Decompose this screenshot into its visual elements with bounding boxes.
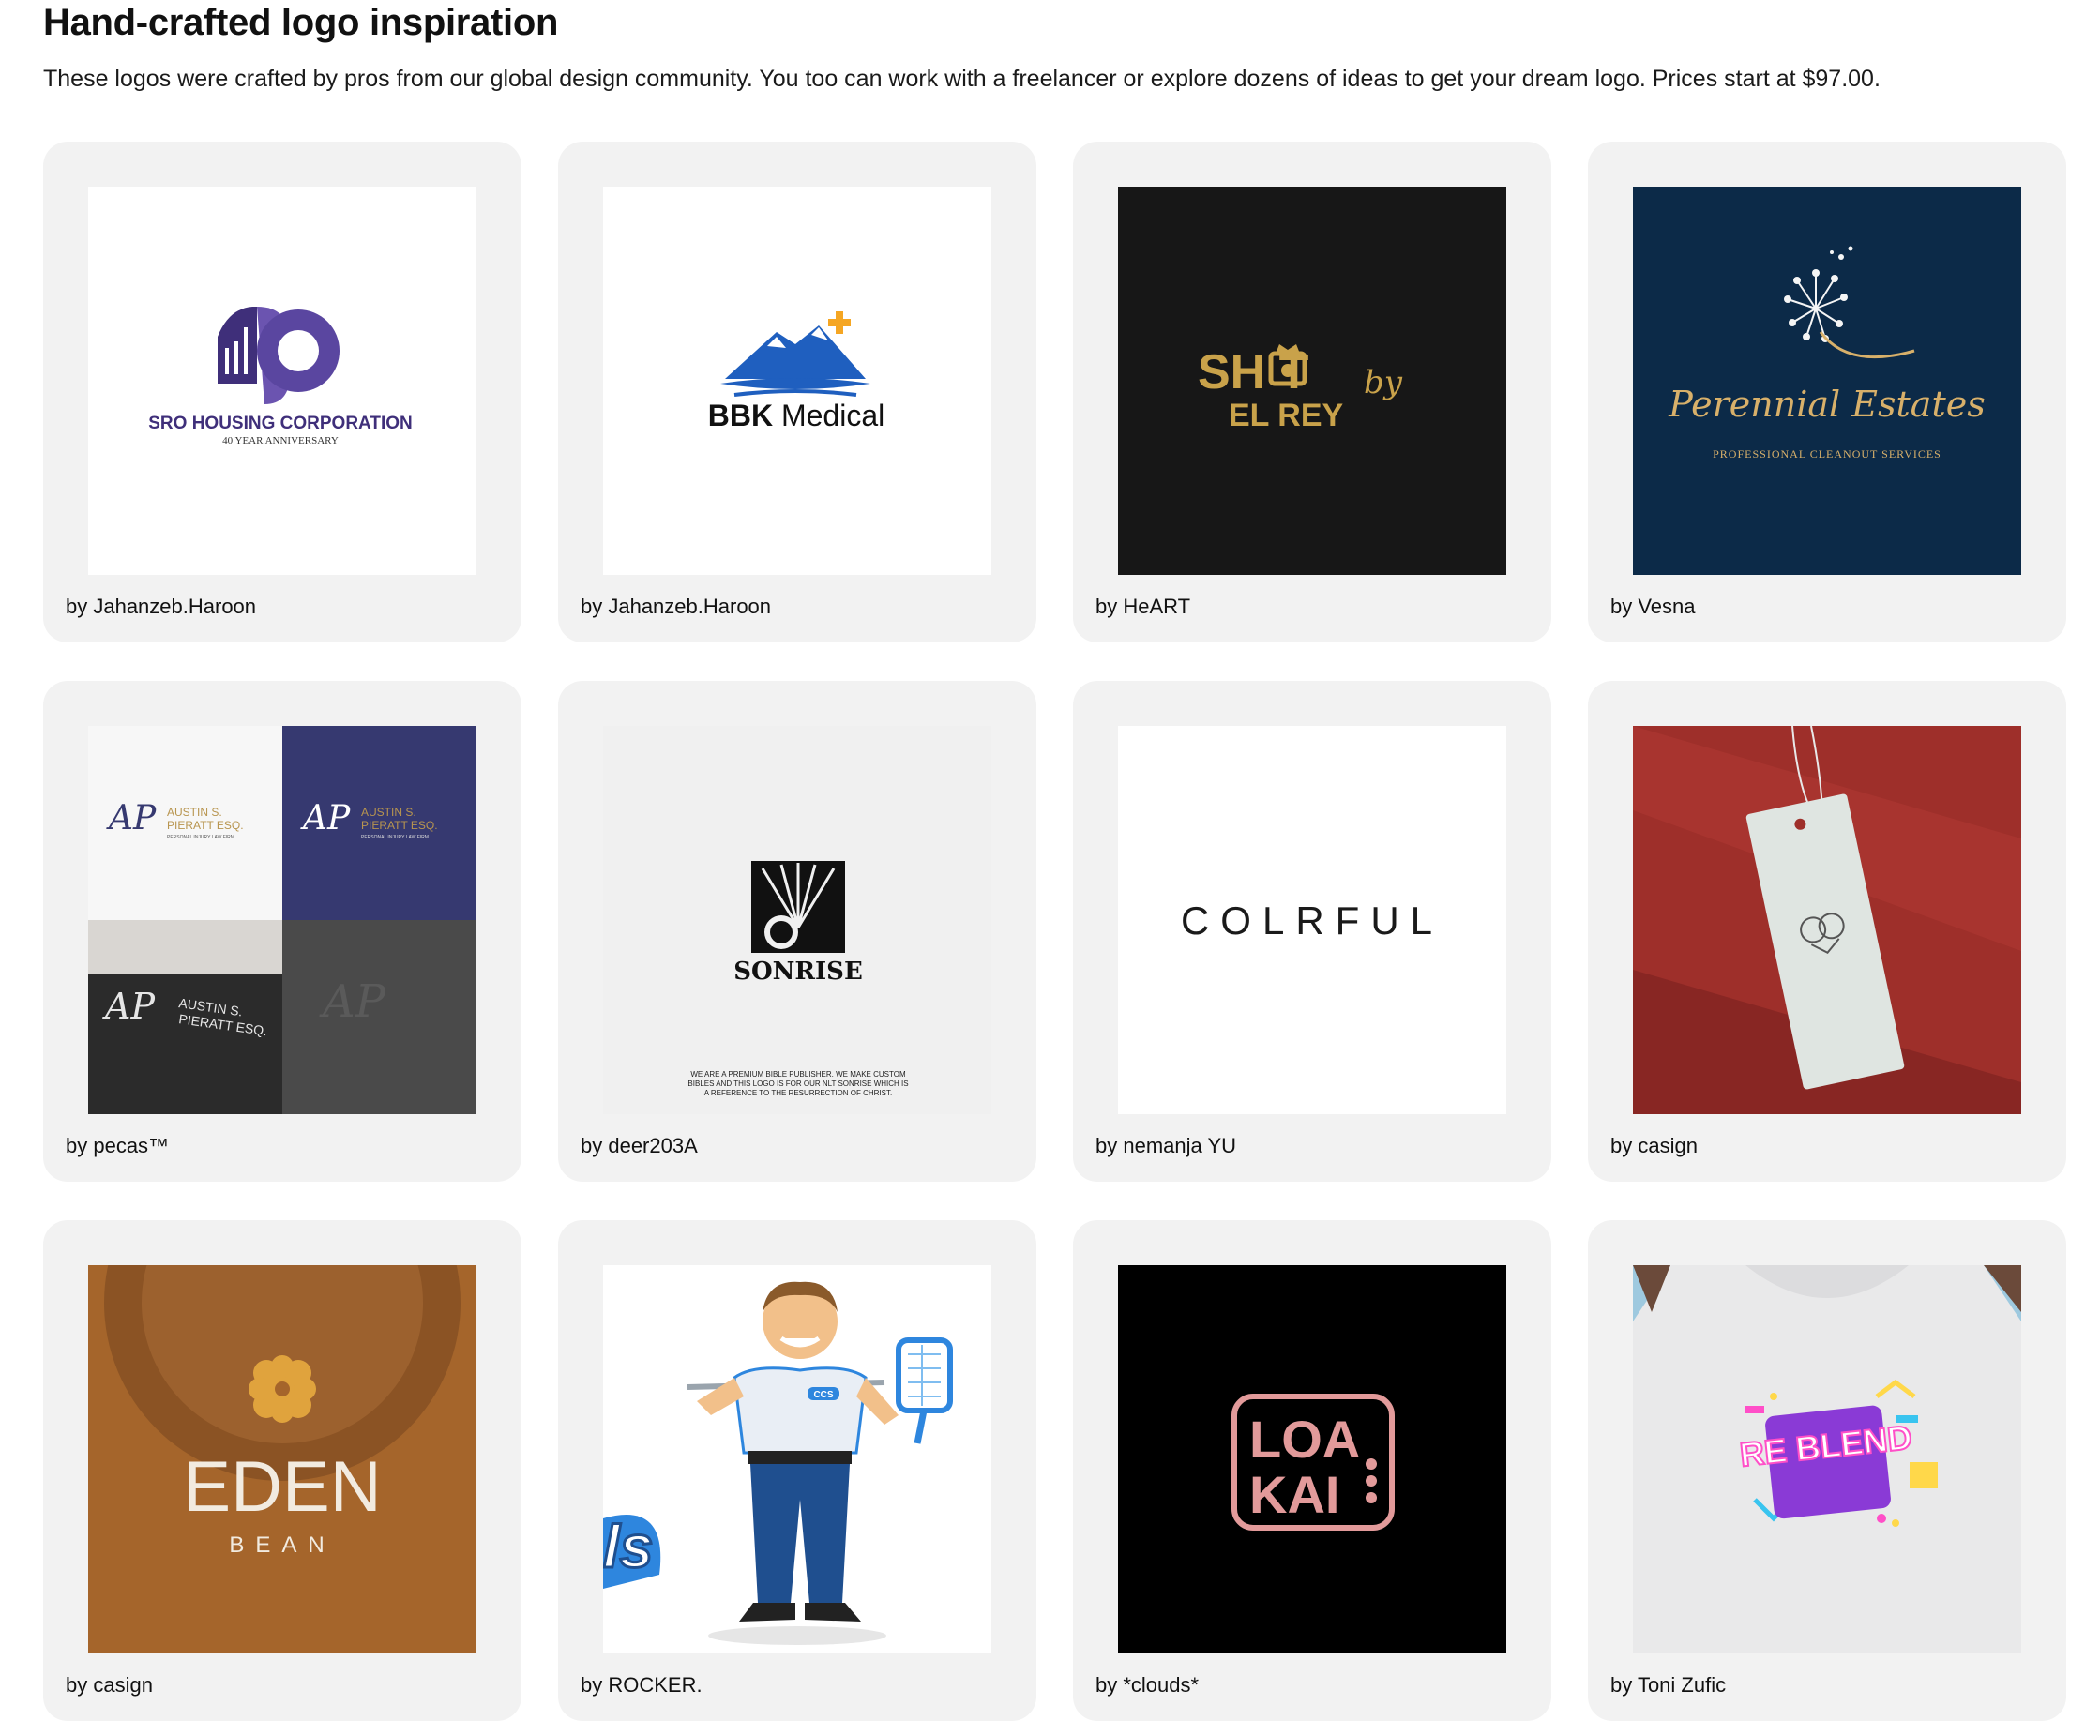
logo-text: AUSTIN S. bbox=[167, 806, 222, 819]
logo-monogram: AP bbox=[106, 799, 157, 838]
logo-card[interactable]: Perennial Estates PROFESSIONAL CLEANOUT … bbox=[1588, 142, 2066, 642]
logo-thumbnail[interactable] bbox=[1633, 726, 2021, 1114]
logo-text: PIERATT ESQ. bbox=[167, 819, 244, 832]
logo-note: WE ARE A PREMIUM BIBLE PUBLISHER. WE MAK… bbox=[690, 1070, 906, 1079]
logo-monogram: AP bbox=[300, 799, 351, 838]
author-link[interactable]: by Jahanzeb.Haroon bbox=[581, 595, 771, 618]
author-link[interactable]: by casign bbox=[66, 1673, 153, 1697]
logo-card[interactable]: LOA KAI by *clouds* bbox=[1073, 1220, 1551, 1721]
mascot-illustration: ls CCS bbox=[603, 1265, 991, 1653]
logo-grid: SRO HOUSING CORPORATION 40 YEAR ANNIVERS… bbox=[43, 142, 2066, 1721]
logo-note: BIBLES AND THIS LOGO IS FOR OUR NLT SONR… bbox=[687, 1079, 908, 1088]
author-byline[interactable]: by deer203A bbox=[581, 1132, 698, 1160]
re-blend-hoodie-mockup: RE BLEND bbox=[1633, 1265, 2021, 1653]
logo-thumbnail[interactable]: LOA KAI bbox=[1118, 1265, 1506, 1653]
logo-card[interactable]: COLRFUL by nemanja YU bbox=[1073, 681, 1551, 1182]
author-byline[interactable]: by Jahanzeb.Haroon bbox=[66, 593, 256, 621]
logo-tagline: PROFESSIONAL CLEANOUT SERVICES bbox=[1713, 447, 1941, 460]
logo-card[interactable]: SH T by EL REY by HeART bbox=[1073, 142, 1551, 642]
logo-text-bold: BBK bbox=[708, 399, 773, 432]
logo-thumbnail[interactable]: SRO HOUSING CORPORATION 40 YEAR ANNIVERS… bbox=[88, 187, 476, 575]
author-byline[interactable]: by *clouds* bbox=[1095, 1671, 1199, 1699]
logo-thumbnail[interactable]: BBK Medical bbox=[603, 187, 991, 575]
logo-text-light: Medical bbox=[773, 399, 884, 432]
author-link[interactable]: by pecas™ bbox=[66, 1134, 169, 1157]
logo-thumbnail[interactable]: SH T by EL REY bbox=[1118, 187, 1506, 575]
logo-card[interactable]: by casign bbox=[1588, 681, 2066, 1182]
author-byline[interactable]: by pecas™ bbox=[66, 1132, 169, 1160]
logo-card[interactable]: SRO HOUSING CORPORATION 40 YEAR ANNIVERS… bbox=[43, 142, 521, 642]
author-link[interactable]: by Vesna bbox=[1610, 595, 1696, 618]
logo-text: 40 YEAR ANNIVERSARY bbox=[222, 435, 339, 446]
logo-text: SRO HOUSING CORPORATION bbox=[148, 414, 413, 433]
sro-housing-logo: SRO HOUSING CORPORATION 40 YEAR ANNIVERS… bbox=[88, 187, 476, 575]
logo-text: AUSTIN S. bbox=[361, 806, 416, 819]
author-link[interactable]: by deer203A bbox=[581, 1134, 698, 1157]
logo-text: EDEN bbox=[183, 1447, 381, 1527]
author-link[interactable]: by nemanja YU bbox=[1095, 1134, 1236, 1157]
colrful-logo: COLRFUL bbox=[1118, 726, 1506, 1114]
author-byline[interactable]: by nemanja YU bbox=[1095, 1132, 1236, 1160]
austin-pieratt-logo: AP AUSTIN S. PIERATT ESQ. PERSONAL INJUR… bbox=[88, 726, 476, 1114]
author-byline[interactable]: by casign bbox=[1610, 1132, 1698, 1160]
author-byline[interactable]: by Toni Zufic bbox=[1610, 1671, 1726, 1699]
logo-thumbnail[interactable]: SONRISE WE ARE A PREMIUM BIBLE PUBLISHER… bbox=[603, 726, 991, 1114]
logo-text: PIERATT ESQ. bbox=[361, 819, 438, 832]
hang-tag-mockup bbox=[1633, 726, 2021, 1114]
author-link[interactable]: by Jahanzeb.Haroon bbox=[66, 595, 256, 618]
author-byline[interactable]: by ROCKER. bbox=[581, 1671, 703, 1699]
logo-note: A REFERENCE TO THE RESURRECTION OF CHRIS… bbox=[704, 1089, 892, 1097]
logo-thumbnail[interactable]: EDEN BEAN bbox=[88, 1265, 476, 1653]
logo-text: EL REY bbox=[1229, 398, 1344, 433]
logo-text: SONRISE bbox=[733, 958, 863, 986]
logo-monogram: AP bbox=[102, 986, 156, 1027]
logo-thumbnail[interactable]: RE BLEND bbox=[1633, 1265, 2021, 1653]
sonrise-logo: SONRISE WE ARE A PREMIUM BIBLE PUBLISHER… bbox=[603, 726, 991, 1114]
author-byline[interactable]: by Jahanzeb.Haroon bbox=[581, 593, 771, 621]
logo-card[interactable]: EDEN BEAN by casign bbox=[43, 1220, 521, 1721]
logo-monogram: AP bbox=[319, 975, 386, 1028]
logo-card[interactable]: RE BLEND by Toni Zufic bbox=[1588, 1220, 2066, 1721]
page-subtitle: These logos were crafted by pros from ou… bbox=[43, 66, 1881, 92]
author-byline[interactable]: by Vesna bbox=[1610, 593, 1696, 621]
loa-kai-logo: LOA KAI bbox=[1118, 1265, 1506, 1653]
shirt-badge: CCS bbox=[813, 1390, 833, 1400]
svg-text:BBK Medical: BBK Medical bbox=[708, 399, 884, 432]
logo-thumbnail[interactable]: Perennial Estates PROFESSIONAL CLEANOUT … bbox=[1633, 187, 2021, 575]
eden-bean-logo: EDEN BEAN bbox=[88, 1265, 476, 1653]
logo-tagline: BEAN bbox=[229, 1532, 335, 1558]
logo-text: Perennial Estates bbox=[1668, 384, 1985, 425]
logo-text: LOA bbox=[1249, 1410, 1360, 1469]
logo-card[interactable]: SONRISE WE ARE A PREMIUM BIBLE PUBLISHER… bbox=[558, 681, 1036, 1182]
logo-card[interactable]: ls CCS by ROCKER. bbox=[558, 1220, 1036, 1721]
logo-card[interactable]: AP AUSTIN S. PIERATT ESQ. PERSONAL INJUR… bbox=[43, 681, 521, 1182]
bbk-medical-logo: BBK Medical bbox=[603, 187, 991, 575]
logo-text: COLRFUL bbox=[1181, 898, 1443, 943]
perennial-estates-logo: Perennial Estates PROFESSIONAL CLEANOUT … bbox=[1633, 187, 2021, 575]
logo-script: by bbox=[1364, 364, 1403, 401]
page-title: Hand-crafted logo inspiration bbox=[43, 2, 559, 43]
svg-text:ls: ls bbox=[603, 1513, 653, 1580]
shot-el-rey-logo: SH T by EL REY bbox=[1118, 187, 1506, 575]
logo-tagline: PERSONAL INJURY LAW FIRM bbox=[167, 835, 234, 840]
author-link[interactable]: by casign bbox=[1610, 1134, 1698, 1157]
logo-text: KAI bbox=[1249, 1465, 1339, 1524]
logo-tagline: PERSONAL INJURY LAW FIRM bbox=[361, 835, 429, 840]
author-byline[interactable]: by casign bbox=[66, 1671, 153, 1699]
logo-card[interactable]: BBK Medical by Jahanzeb.Haroon bbox=[558, 142, 1036, 642]
logo-thumbnail[interactable]: AP AUSTIN S. PIERATT ESQ. PERSONAL INJUR… bbox=[88, 726, 476, 1114]
author-link[interactable]: by HeART bbox=[1095, 595, 1190, 618]
author-link[interactable]: by ROCKER. bbox=[581, 1673, 703, 1697]
logo-thumbnail[interactable]: COLRFUL bbox=[1118, 726, 1506, 1114]
author-link[interactable]: by *clouds* bbox=[1095, 1673, 1199, 1697]
author-link[interactable]: by Toni Zufic bbox=[1610, 1673, 1726, 1697]
logo-thumbnail[interactable]: ls CCS bbox=[603, 1265, 991, 1653]
author-byline[interactable]: by HeART bbox=[1095, 593, 1190, 621]
